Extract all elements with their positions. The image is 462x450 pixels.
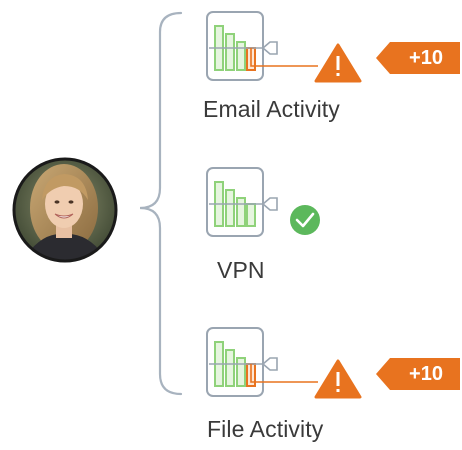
risk-diagram: +10 Email Activity VPN +10 File Activity [0,0,462,445]
user-avatar [12,157,118,263]
bar-chart-monitor-icon [206,327,278,397]
grouping-bracket [139,11,183,396]
activity-label: VPN [217,257,265,283]
risk-score-value: +10 [409,363,443,385]
risk-score-value: +10 [409,47,443,69]
activity-label: Email Activity [203,96,340,122]
check-circle-icon [290,205,320,235]
activity-label: File Activity [207,416,324,442]
activity-row [206,167,320,237]
diagram-canvas [12,11,460,399]
warning-triangle-icon [314,43,362,83]
bar-chart-monitor-icon [206,11,278,81]
bar-chart-monitor-icon [206,167,278,237]
warning-triangle-icon [314,359,362,399]
